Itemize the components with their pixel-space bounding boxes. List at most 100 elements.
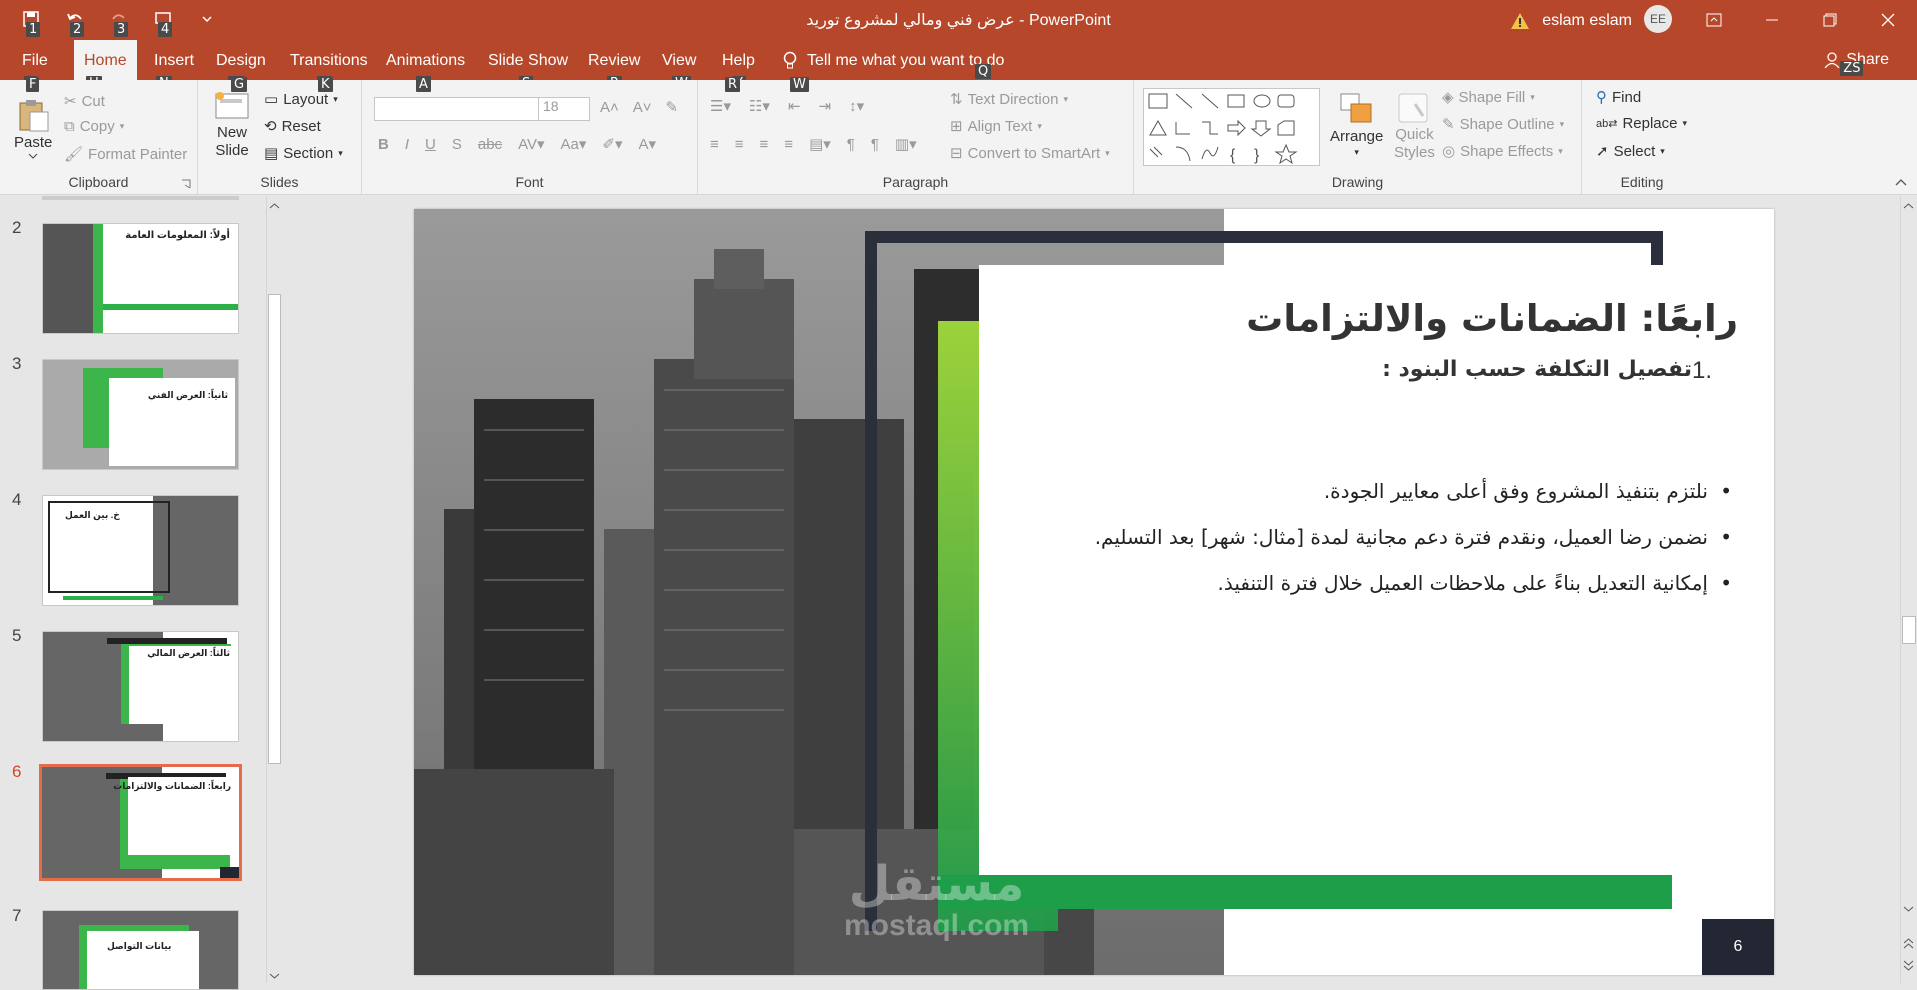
thumb-slide-5[interactable]: ثالثاً: العرض المالي <box>42 631 239 742</box>
tab-animations[interactable]: Animations A <box>376 40 475 91</box>
change-case-icon[interactable]: Aa▾ <box>561 135 587 153</box>
tab-transitions[interactable]: TransitionsK <box>280 40 378 91</box>
thumbnail-scrollbar[interactable] <box>266 196 283 983</box>
underline-icon[interactable]: U <box>425 136 436 153</box>
align-text-button[interactable]: ⊞ Align Text ▾ <box>950 117 1042 136</box>
align-center-icon[interactable]: ≡ <box>735 136 744 153</box>
font-name-box[interactable] <box>374 97 540 121</box>
justify-icon[interactable]: ≡ <box>784 136 793 153</box>
close-button[interactable] <box>1859 0 1917 40</box>
font-group: A 18 A˄ A˅ ✎ B I U Sabc AV▾ Aa▾ ✐▾ A▾ Font <box>362 77 698 195</box>
scroll-down-icon[interactable] <box>1901 904 1916 914</box>
ribbon-display-button[interactable] <box>1685 0 1743 40</box>
decrease-indent-icon[interactable]: ⇤ <box>788 97 801 115</box>
next-slide-icon[interactable] <box>1901 958 1916 972</box>
slide-subtitle[interactable]: تفصيل التكلفة حسب البنود : <box>1382 357 1692 382</box>
tab-review[interactable]: ReviewR <box>578 40 650 91</box>
lightbulb-icon <box>783 51 797 69</box>
collapse-ribbon-icon[interactable] <box>1895 178 1907 186</box>
thumb-slide-1-edge[interactable] <box>42 196 239 200</box>
quick-styles-button[interactable]: Quick Styles <box>1394 92 1435 162</box>
font-size-box[interactable]: 18 <box>538 97 590 121</box>
align-left-icon[interactable]: ≡ <box>710 136 719 153</box>
convert-smartart-button[interactable]: ⊟ Convert to SmartArt ▾ <box>950 144 1110 163</box>
numbering-icon[interactable]: ☷▾ <box>749 97 770 115</box>
arrange-button[interactable]: Arrange ▾ <box>1330 92 1383 158</box>
scroll-thumb[interactable] <box>1902 616 1916 644</box>
shape-fill-button[interactable]: ◈ Shape Fill ▾ <box>1442 88 1535 107</box>
highlight-icon[interactable]: ✐▾ <box>602 135 622 153</box>
bullets-icon[interactable]: ☰▾ <box>710 97 731 115</box>
find-button[interactable]: ⚲ Find <box>1596 88 1641 107</box>
replace-button[interactable]: ab⇄ Replace ▾ <box>1596 115 1687 132</box>
tab-slide-show[interactable]: Slide ShowS <box>478 40 578 91</box>
italic-icon[interactable]: I <box>405 136 409 153</box>
select-button[interactable]: ➚ Select ▾ <box>1596 142 1665 161</box>
section-button[interactable]: ▤ Section ▾ <box>264 144 343 163</box>
tab-view[interactable]: ViewW <box>652 40 706 91</box>
shape-effects-button[interactable]: ◎ Shape Effects ▾ <box>1442 142 1563 161</box>
share-button[interactable]: Share ZS <box>1824 51 1889 76</box>
ltr-icon[interactable]: ¶ <box>847 136 855 153</box>
new-slide-button[interactable]: New Slide <box>212 90 252 160</box>
dialog-launcher-icon[interactable] <box>181 179 191 189</box>
tab-label: Review <box>588 52 641 69</box>
tab-help[interactable]: HelpY <box>712 40 765 91</box>
thumb-slide-4[interactable]: خ. بين العمل <box>42 495 239 606</box>
user-area[interactable]: eslam eslam EE <box>1510 5 1672 33</box>
scroll-down-icon[interactable] <box>267 971 282 981</box>
bullet-list[interactable]: نلتزم بتنفيذ المشروع وفق أعلى معايير الج… <box>1095 479 1733 617</box>
tell-me-search[interactable]: Tell me what you want to do Q <box>783 40 1004 80</box>
columns-icon[interactable]: ▥▾ <box>895 135 917 153</box>
rtl-icon[interactable]: ¶ <box>871 136 879 153</box>
char-spacing-icon[interactable]: AV▾ <box>518 135 544 153</box>
thumb-slide-6[interactable]: رابعاً: الضمانات والالتزامات <box>39 764 242 881</box>
font-color-icon[interactable]: A▾ <box>639 135 657 153</box>
format-painter-button[interactable]: 🖌 Format Painter <box>64 145 187 164</box>
group-label: Editing <box>1620 174 1664 190</box>
shapes-gallery[interactable]: { } <box>1143 88 1320 166</box>
clear-format-icon[interactable]: ✎ <box>666 98 679 116</box>
svg-text:{: { <box>1230 147 1236 164</box>
tab-file[interactable]: File F <box>12 40 58 91</box>
restore-button[interactable] <box>1801 0 1859 40</box>
tab-insert[interactable]: InsertN <box>144 40 204 91</box>
shadow-icon[interactable]: S <box>452 136 462 153</box>
previous-slide-icon[interactable] <box>1901 936 1916 950</box>
bold-icon[interactable]: B <box>378 136 389 153</box>
slide-scrollbar[interactable] <box>1900 196 1917 983</box>
tab-home[interactable]: HomeH <box>74 40 137 91</box>
search-icon: ⚲ <box>1596 89 1607 106</box>
layout-button[interactable]: ▭ Layout ▾ <box>264 90 338 109</box>
thumb-slide-7[interactable]: بيانات التواصل <box>42 910 239 990</box>
scroll-thumb[interactable] <box>268 294 281 764</box>
bullet-item: نلتزم بتنفيذ المشروع وفق أعلى معايير الج… <box>1095 479 1732 503</box>
increase-indent-icon[interactable]: ⇥ <box>819 97 832 115</box>
thumb-slide-2[interactable]: أولاً: المعلومات العامة <box>42 223 239 334</box>
tab-label: Slide Show <box>488 52 569 69</box>
text-direction-button[interactable]: ⇅ Text Direction ▾ <box>950 90 1068 109</box>
font-size-adjust: A˄ A˅ ✎ <box>600 98 679 117</box>
reset-button[interactable]: ⟲ Reset <box>264 117 321 136</box>
paste-button[interactable]: Paste <box>14 98 52 159</box>
thumb-slide-3[interactable]: ثانياً: العرض الفني <box>42 359 239 470</box>
decrease-font-icon[interactable]: A˅ <box>633 99 652 116</box>
thumb-number: 6 <box>12 762 22 781</box>
layout-icon: ▭ <box>264 91 279 108</box>
line-spacing-icon[interactable]: ↕▾ <box>849 97 864 115</box>
scroll-up-icon[interactable] <box>267 201 282 211</box>
increase-font-icon[interactable]: A˄ <box>600 99 619 116</box>
cut-button[interactable]: ✂ Cut <box>64 92 105 111</box>
minimize-button[interactable] <box>1743 0 1801 40</box>
align-right-icon[interactable]: ≡ <box>760 136 769 153</box>
tab-design[interactable]: DesignG <box>206 40 276 91</box>
slide-canvas[interactable]: رابعًا: الضمانات والالتزامات تفصيل التكل… <box>414 209 1774 975</box>
distributed-icon[interactable]: ▤▾ <box>809 135 831 153</box>
slide-title[interactable]: رابعًا: الضمانات والالتزامات <box>1246 297 1738 340</box>
shape-outline-button[interactable]: ✎ Shape Outline ▾ <box>1442 115 1564 134</box>
scroll-up-icon[interactable] <box>1901 201 1916 211</box>
avatar[interactable]: EE <box>1644 5 1672 33</box>
strikethrough-icon[interactable]: abc <box>478 136 502 153</box>
window-controls <box>1685 0 1917 40</box>
copy-button[interactable]: ⧉ Copy ▾ <box>64 118 124 135</box>
